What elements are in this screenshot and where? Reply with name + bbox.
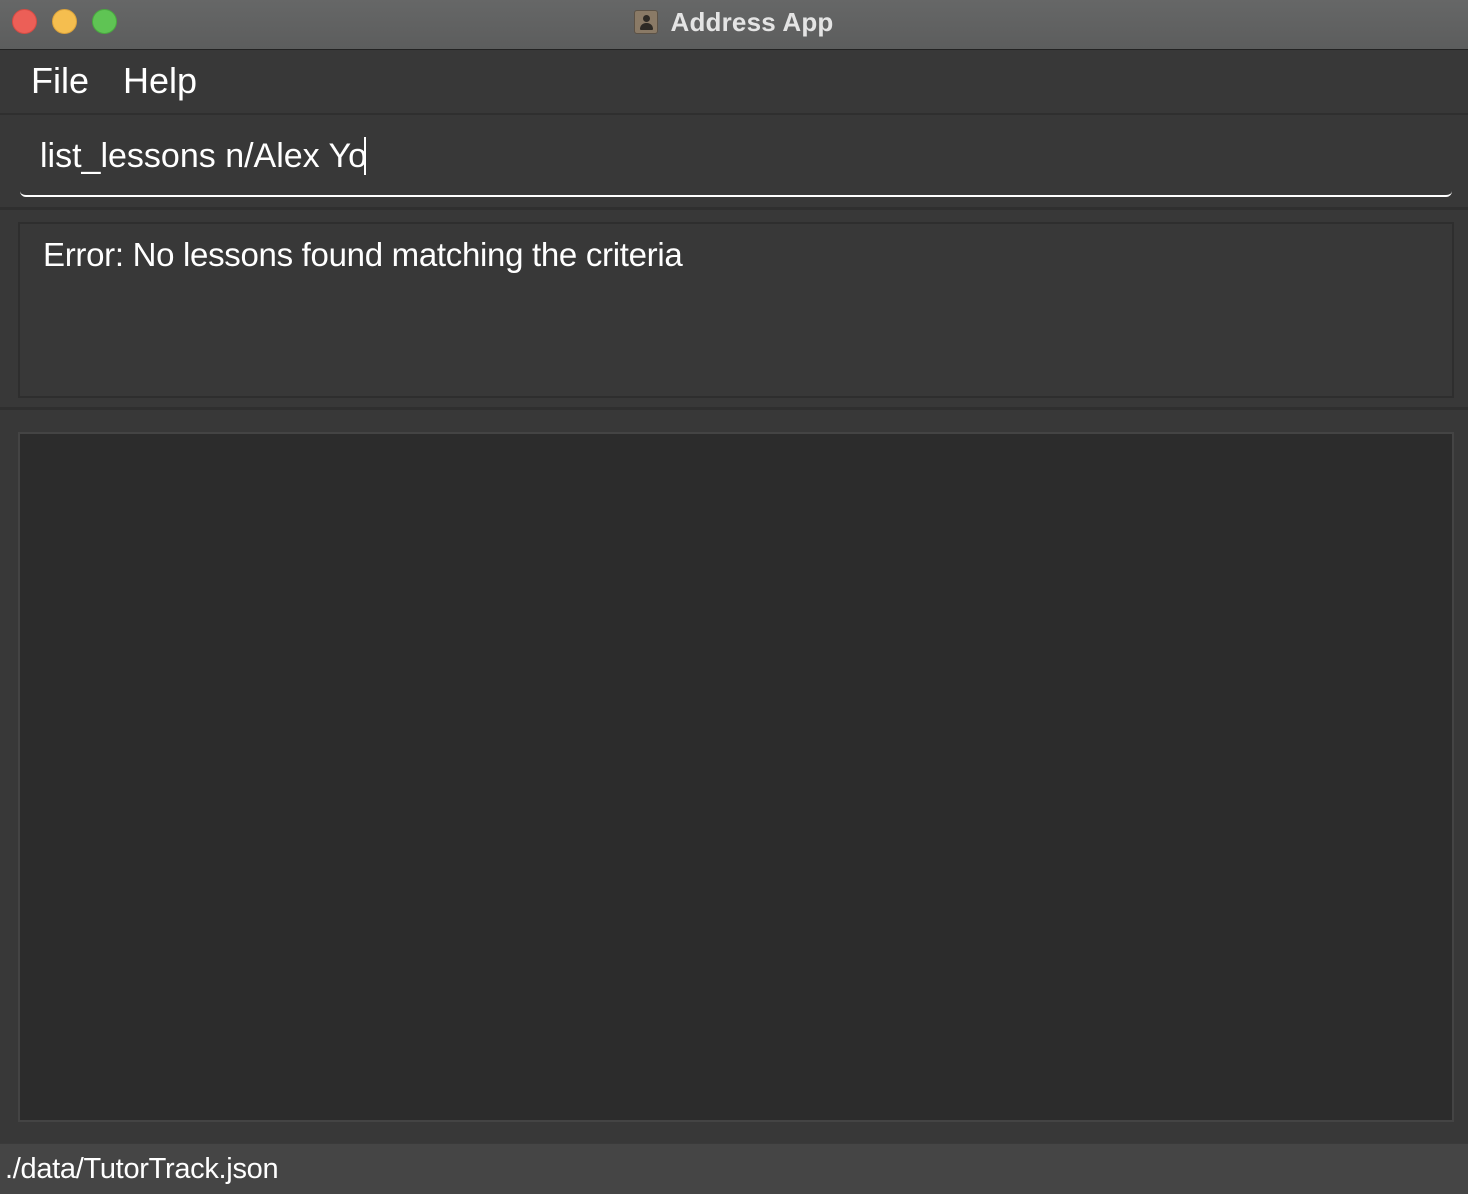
status-bar: ./data/TutorTrack.json: [0, 1143, 1468, 1194]
result-display-pane: Error: No lessons found matching the cri…: [0, 210, 1468, 410]
result-message: Error: No lessons found matching the cri…: [43, 236, 683, 273]
command-text: list_lessons n/Alex Yo: [40, 137, 367, 175]
text-caret: [363, 137, 366, 175]
menu-help[interactable]: Help: [123, 60, 197, 102]
save-file-path: ./data/TutorTrack.json: [5, 1153, 279, 1185]
title-bar[interactable]: Address App: [0, 0, 1468, 50]
command-box-pane: list_lessons n/Alex Yo: [0, 115, 1468, 210]
menu-file[interactable]: File: [31, 60, 89, 102]
app-window: Address App File Help list_lessons n/Ale…: [0, 0, 1468, 1194]
result-display[interactable]: Error: No lessons found matching the cri…: [18, 222, 1454, 398]
window-title-group: Address App: [0, 0, 1468, 44]
menu-bar: File Help: [0, 50, 1468, 115]
window-title: Address App: [670, 6, 834, 37]
command-input[interactable]: list_lessons n/Alex Yo: [20, 115, 1452, 197]
address-book-icon: [634, 10, 659, 34]
list-panel: [0, 410, 1468, 1143]
lesson-list[interactable]: [18, 432, 1454, 1122]
